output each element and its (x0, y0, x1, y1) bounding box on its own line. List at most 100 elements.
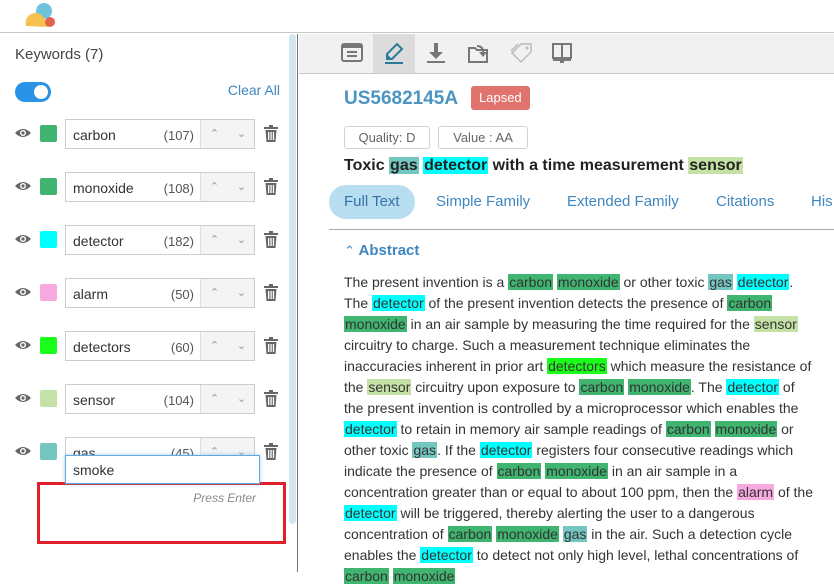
keyword-row: alarm (50) ⌃ ⌄ (0, 278, 290, 308)
eye-icon[interactable] (14, 339, 32, 351)
move-up-button[interactable]: ⌃ (201, 279, 228, 307)
document-icon (341, 43, 363, 62)
keyword-highlight-monoxide: monoxide (628, 379, 691, 395)
chevron-down-icon: ⌄ (236, 181, 247, 193)
move-down-button[interactable]: ⌄ (228, 226, 255, 254)
chevron-up-icon: ⌃ (209, 234, 220, 246)
keyword-color-swatch[interactable] (40, 178, 57, 195)
move-up-button[interactable]: ⌃ (201, 120, 228, 148)
tab-full-text[interactable]: Full Text (329, 185, 415, 219)
keyword-highlight-carbon: carbon (579, 379, 625, 395)
move-up-button[interactable]: ⌃ (201, 385, 228, 413)
keyword-highlight-monoxide: monoxide (392, 568, 456, 584)
move-down-button[interactable]: ⌄ (228, 332, 255, 360)
keyword-name: detectors (73, 339, 131, 355)
keyword-highlight-carbon: carbon (508, 274, 554, 290)
abstract-header[interactable]: ⌃ Abstract (344, 242, 419, 259)
press-enter-hint: Press Enter (193, 491, 256, 505)
move-down-button[interactable]: ⌄ (228, 173, 255, 201)
keyword-count: (108) (163, 181, 194, 196)
tab-extended-family[interactable]: Extended Family (552, 185, 694, 219)
keyword-highlight-carbon: carbon (496, 463, 542, 479)
keyword-row: sensor (104) ⌃ ⌄ (0, 384, 290, 414)
keyword-field[interactable]: carbon (107) ⌃ ⌄ (65, 119, 255, 149)
move-down-button[interactable]: ⌄ (228, 279, 255, 307)
text-segment: . If the (437, 442, 480, 458)
patent-id[interactable]: US5682145A (344, 88, 458, 110)
keyword-field[interactable]: alarm (50) ⌃ ⌄ (65, 278, 255, 308)
trash-icon[interactable] (264, 443, 278, 460)
highlight-toggle[interactable] (15, 82, 51, 102)
trash-icon[interactable] (264, 284, 278, 301)
sidebar-scrollbar[interactable] (289, 34, 296, 524)
tab-citations[interactable]: Citations (701, 185, 789, 219)
keyword-field[interactable]: detectors (60) ⌃ ⌄ (65, 331, 255, 361)
trash-icon[interactable] (264, 337, 278, 354)
move-down-button[interactable]: ⌄ (228, 120, 255, 148)
document-view-button[interactable] (331, 34, 373, 73)
clear-all-link[interactable]: Clear All (228, 82, 280, 98)
new-keyword-input[interactable] (65, 455, 260, 484)
keyword-field[interactable]: detector (182) ⌃ ⌄ (65, 225, 255, 255)
move-up-button[interactable]: ⌃ (201, 332, 228, 360)
keyword-highlight-carbon: carbon (665, 421, 711, 437)
keyword-highlight-monoxide: monoxide (496, 526, 559, 542)
download-button[interactable] (415, 34, 457, 73)
move-down-button[interactable]: ⌄ (228, 385, 255, 413)
move-up-button[interactable]: ⌃ (201, 226, 228, 254)
trash-icon[interactable] (264, 178, 278, 195)
keyword-highlight-detector: detector (344, 421, 397, 437)
text-segment: . The (690, 379, 727, 395)
keyword-highlight-detector: detector (344, 505, 397, 521)
keyword-row: detectors (60) ⌃ ⌄ (0, 331, 290, 361)
keyword-highlight-detector: detector (423, 157, 489, 174)
keyword-field[interactable]: sensor (104) ⌃ ⌄ (65, 384, 255, 414)
keyword-highlight-sensor: sensor (367, 379, 412, 395)
highlight-button[interactable] (373, 34, 415, 73)
keyword-order-controls: ⌃ ⌄ (200, 332, 254, 360)
toolbar (299, 34, 834, 74)
tabs-divider (329, 229, 834, 230)
move-up-button[interactable]: ⌃ (201, 173, 228, 201)
trash-icon[interactable] (264, 231, 278, 248)
text-segment: circuitry upon exposure to (411, 379, 580, 395)
keyword-count: (50) (170, 287, 194, 302)
text-segment: of the (774, 484, 813, 500)
chevron-up-icon: ⌃ (344, 243, 355, 258)
split-view-button[interactable] (541, 34, 583, 73)
keyword-color-swatch[interactable] (40, 390, 57, 407)
keyword-highlight-gas: gas (412, 442, 438, 458)
abstract-label: Abstract (358, 242, 420, 259)
app-logo[interactable] (22, 2, 58, 28)
keyword-order-controls: ⌃ ⌄ (200, 120, 254, 148)
chevron-down-icon: ⌄ (236, 287, 247, 299)
keyword-highlight-carbon: carbon (344, 568, 389, 584)
chevron-up-icon: ⌃ (209, 393, 220, 405)
tag-button[interactable] (499, 34, 541, 73)
trash-icon[interactable] (264, 390, 278, 407)
chevron-down-icon: ⌄ (236, 234, 247, 246)
eye-icon[interactable] (14, 180, 32, 192)
trash-icon[interactable] (264, 125, 278, 142)
eye-icon[interactable] (14, 445, 32, 457)
export-button[interactable] (457, 34, 499, 73)
chevron-down-icon: ⌄ (236, 393, 247, 405)
keyword-color-swatch[interactable] (40, 231, 57, 248)
eye-icon[interactable] (14, 127, 32, 139)
chevron-up-icon: ⌃ (209, 287, 220, 299)
keyword-row: monoxide (108) ⌃ ⌄ (0, 172, 290, 202)
chevron-down-icon: ⌄ (236, 340, 247, 352)
keyword-color-swatch[interactable] (40, 337, 57, 354)
keyword-field[interactable]: monoxide (108) ⌃ ⌄ (65, 172, 255, 202)
tab-simple-family[interactable]: Simple Family (421, 185, 545, 219)
keyword-color-swatch[interactable] (40, 443, 57, 460)
keyword-color-swatch[interactable] (40, 284, 57, 301)
keyword-highlight-monoxide: monoxide (344, 316, 407, 332)
eye-icon[interactable] (14, 233, 32, 245)
keyword-color-swatch[interactable] (40, 125, 57, 142)
tab-his[interactable]: His (796, 185, 834, 219)
chevron-up-icon: ⌃ (209, 181, 220, 193)
eye-icon[interactable] (14, 286, 32, 298)
keyword-highlight-gas: gas (389, 157, 419, 174)
eye-icon[interactable] (14, 392, 32, 404)
